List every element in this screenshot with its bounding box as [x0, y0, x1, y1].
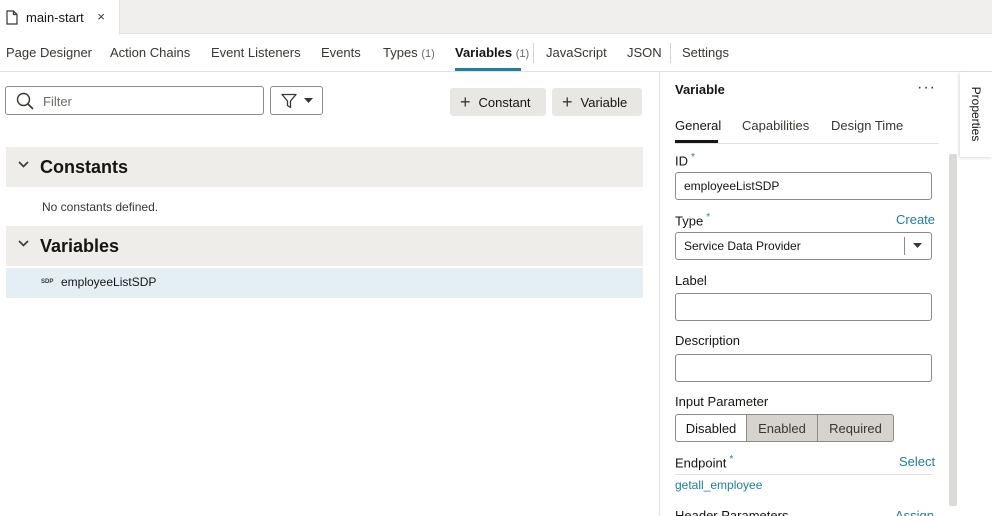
tab-json[interactable]: JSON [627, 45, 662, 60]
type-select-value: Service Data Provider [684, 239, 801, 253]
tab-types[interactable]: Types (1) [383, 45, 435, 60]
chevron-down-icon [304, 98, 313, 103]
input-param-enabled-option[interactable]: Enabled [747, 414, 818, 442]
label-label: Label [675, 273, 707, 288]
assign-header-link[interactable]: Assign [895, 508, 934, 516]
type-label: Type * [675, 212, 711, 229]
description-label: Description [675, 333, 741, 348]
tab-settings[interactable]: Settings [682, 45, 729, 60]
add-constant-button[interactable]: + Constant [450, 88, 546, 116]
constants-title: Constants [40, 157, 129, 177]
endpoint-divider [675, 474, 932, 475]
variables-title: Variables [40, 236, 120, 256]
id-label: ID * [675, 152, 695, 169]
description-input[interactable] [675, 354, 932, 382]
tab-javascript[interactable]: JavaScript [546, 45, 607, 60]
header-parameters-label: Header Parameters [675, 508, 789, 516]
chevron-down-icon [18, 240, 29, 247]
create-type-link[interactable]: Create [896, 212, 935, 227]
variables-section-header[interactable]: Variables [6, 226, 643, 266]
filter-input[interactable] [43, 92, 253, 110]
required-marker: * [729, 454, 734, 465]
tab-design-time[interactable]: Design Time [831, 118, 903, 133]
endpoint-label: Endpoint * [675, 454, 734, 471]
constants-empty-message: No constants defined. [42, 200, 159, 214]
file-tab-label: main-start [26, 10, 84, 25]
tab-general[interactable]: General [675, 118, 721, 133]
document-icon [6, 10, 18, 25]
input-parameter-label: Input Parameter [675, 394, 769, 409]
tab-capabilities[interactable]: Capabilities [742, 118, 809, 133]
input-param-disabled-option[interactable]: Disabled [675, 414, 747, 442]
filter-field[interactable] [5, 86, 264, 115]
id-input[interactable]: employeeListSDP [675, 172, 932, 200]
tab-page-designer[interactable]: Page Designer [6, 45, 92, 60]
more-options-icon[interactable]: ··· [917, 79, 936, 97]
plus-icon: + [562, 92, 573, 112]
label-input[interactable] [675, 293, 932, 321]
search-icon [16, 92, 34, 110]
tab-divider [675, 143, 939, 144]
panel-title: Variable [675, 82, 725, 97]
tab-separator [670, 43, 671, 63]
tab-event-listeners[interactable]: Event Listeners [211, 45, 301, 60]
chevron-down-icon [18, 161, 29, 168]
chevron-down-icon [913, 243, 922, 248]
variable-row-employeelistsdp[interactable]: SDP employeeListSDP [6, 268, 643, 298]
tab-separator [533, 43, 534, 63]
properties-side-tab[interactable]: Properties [960, 72, 992, 157]
close-icon[interactable]: × [97, 9, 105, 24]
input-param-required-option[interactable]: Required [818, 414, 894, 442]
active-tab-indicator [675, 140, 718, 143]
plus-icon: + [460, 92, 471, 112]
constants-section-header[interactable]: Constants [6, 147, 643, 187]
filter-menu-button[interactable] [270, 86, 323, 115]
properties-panel: Variable ··· General Capabilities Design… [660, 72, 960, 516]
required-marker: * [691, 152, 695, 163]
active-tab-indicator [455, 68, 521, 71]
select-divider [904, 237, 905, 255]
tab-action-chains[interactable]: Action Chains [110, 45, 190, 60]
properties-side-tab-label: Properties [969, 86, 983, 142]
file-tab-main-start[interactable]: main-start × [0, 0, 120, 35]
variable-name: employeeListSDP [61, 275, 157, 289]
sdp-type-icon: SDP [41, 279, 54, 285]
panel-scrollbar[interactable] [949, 154, 957, 506]
funnel-icon [281, 93, 297, 109]
type-select[interactable]: Service Data Provider [675, 232, 932, 260]
add-variable-button[interactable]: + Variable [552, 88, 642, 116]
input-parameter-toggle: Disabled Enabled Required [675, 414, 894, 442]
select-endpoint-link[interactable]: Select [899, 454, 935, 469]
file-tab-bar: main-start × [0, 0, 992, 35]
required-marker: * [706, 212, 711, 223]
designer-tab-bar: Page Designer Action Chains Event Listen… [0, 35, 992, 72]
endpoint-value-link[interactable]: getall_employee [675, 478, 762, 492]
tab-variables[interactable]: Variables (1) [455, 45, 529, 60]
tab-events[interactable]: Events [321, 45, 361, 60]
